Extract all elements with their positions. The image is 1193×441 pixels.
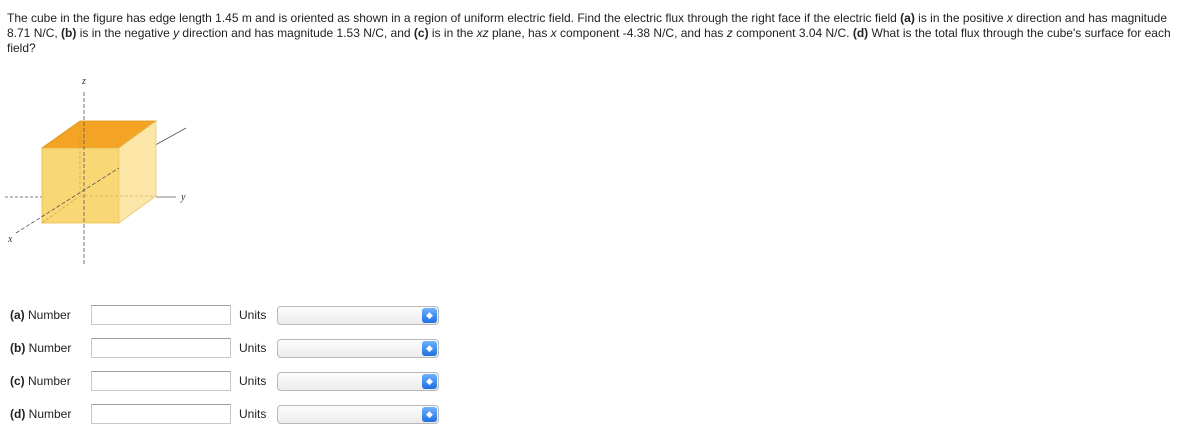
problem-text: is in the positive	[914, 11, 1007, 25]
units-select-c[interactable]: ◆	[277, 372, 439, 391]
cube-figure: z y x	[5, 76, 187, 266]
problem-statement: The cube in the figure has edge length 1…	[7, 11, 1187, 56]
up-down-chevron-icon: ◆	[422, 374, 437, 389]
problem-text: direction and has magnitude 1.53 N/C, an…	[179, 26, 414, 40]
number-label: Number	[28, 407, 72, 421]
units-select-d[interactable]: ◆	[277, 405, 439, 424]
part-tag: (c)	[10, 374, 25, 388]
number-input-b[interactable]	[91, 338, 231, 358]
problem-text: is in the negative	[76, 26, 174, 40]
number-input-d[interactable]	[91, 404, 231, 424]
part-d-tag: (d)	[852, 26, 869, 40]
part-tag: (b)	[10, 341, 26, 355]
answer-label: (d) Number	[10, 407, 71, 421]
units-select-a[interactable]: ◆	[277, 306, 439, 325]
up-down-chevron-icon: ◆	[422, 308, 437, 323]
up-down-chevron-icon: ◆	[422, 407, 437, 422]
part-b-tag: (b)	[61, 26, 77, 40]
y-axis-label: y	[180, 192, 186, 203]
answer-label: (b) Number	[10, 341, 71, 355]
problem-text: is in the	[428, 26, 477, 40]
units-label: Units	[239, 407, 267, 421]
number-input-a[interactable]	[91, 305, 231, 325]
problem-text: component -4.38 N/C, and has	[556, 26, 727, 40]
cube-front-face	[41, 147, 120, 224]
problem-text: component 3.04 N/C.	[732, 26, 853, 40]
problem-text: The cube in the figure has edge length 1…	[7, 11, 901, 25]
part-tag: (d)	[10, 407, 26, 421]
units-label: Units	[239, 341, 267, 355]
z-axis-label: z	[81, 76, 86, 87]
units-label: Units	[239, 308, 267, 322]
up-down-chevron-icon: ◆	[422, 341, 437, 356]
x-axis-label: x	[7, 234, 13, 245]
number-label: Number	[28, 308, 71, 322]
answer-label: (c) Number	[10, 374, 71, 388]
answer-label: (a) Number	[10, 308, 71, 322]
units-select-b[interactable]: ◆	[277, 339, 439, 358]
part-c-tag: (c)	[413, 26, 429, 40]
part-a-tag: (a)	[900, 11, 915, 25]
number-input-c[interactable]	[91, 371, 231, 391]
units-label: Units	[239, 374, 267, 388]
number-label: Number	[28, 341, 72, 355]
part-tag: (a)	[10, 308, 25, 322]
number-label: Number	[28, 374, 71, 388]
problem-text: plane, has	[488, 26, 551, 40]
var-xz: xz	[476, 26, 489, 40]
